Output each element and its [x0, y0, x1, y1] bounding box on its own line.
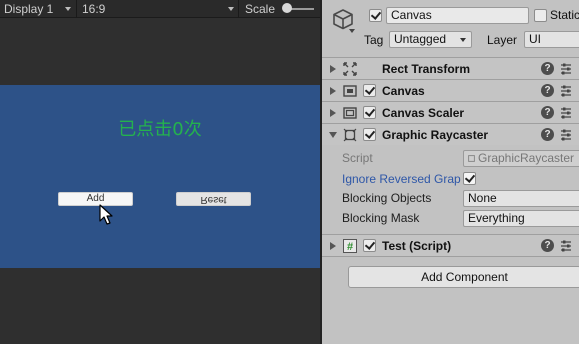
- canvas-scaler-icon: [343, 107, 357, 119]
- sliders-icon[interactable]: [559, 84, 573, 98]
- graphic-raycaster-enabled-checkbox[interactable]: [363, 128, 376, 141]
- inspector-panel: Canvas Static Tag Untagged Layer UI Rect…: [320, 0, 579, 344]
- icon-chevron-down-icon[interactable]: [349, 29, 355, 33]
- fold-arrow-icon[interactable]: [330, 242, 336, 250]
- fold-arrow-icon[interactable]: [330, 109, 336, 117]
- mouse-cursor-icon: [99, 204, 113, 225]
- game-toolbar: Display 1 16:9 Scale: [0, 0, 320, 18]
- scale-slider-handle[interactable]: [282, 3, 292, 13]
- script-field: GraphicRaycaster: [463, 150, 579, 167]
- rect-transform-icon: [343, 62, 357, 76]
- canvas-component-title: Canvas: [382, 84, 425, 98]
- svg-text:#: #: [347, 241, 353, 253]
- sliders-icon[interactable]: [559, 106, 573, 120]
- header-actions: ?: [541, 106, 579, 120]
- sliders-icon[interactable]: [559, 62, 573, 76]
- canvas-scaler-enabled-checkbox[interactable]: [363, 106, 376, 119]
- script-icon: #: [343, 239, 357, 253]
- blocking-mask-label: Blocking Mask: [342, 211, 420, 225]
- ignore-reversed-checkbox[interactable]: [463, 172, 476, 185]
- reset-button[interactable]: Reset: [176, 192, 251, 206]
- rect-transform-title: Rect Transform: [382, 62, 471, 76]
- cube-icon: [333, 9, 353, 30]
- script-value: GraphicRaycaster: [478, 151, 575, 165]
- add-button[interactable]: Add: [58, 192, 133, 206]
- tag-label: Tag: [364, 33, 384, 47]
- script-label: Script: [342, 151, 373, 165]
- help-icon[interactable]: ?: [541, 128, 554, 141]
- canvas-icon: [343, 85, 357, 97]
- test-script-header[interactable]: # Test (Script) ?: [322, 234, 579, 256]
- blocking-mask-value: Everything: [468, 211, 525, 225]
- toolbar-divider: [238, 0, 239, 18]
- tag-dropdown[interactable]: Untagged: [389, 31, 472, 48]
- game-canvas: 已点击0次 Add Reset: [0, 85, 320, 268]
- header-actions: ?: [541, 128, 579, 142]
- blocking-objects-dropdown[interactable]: None: [463, 190, 579, 207]
- display-chevron-down-icon: [65, 7, 71, 11]
- layer-label: Layer: [487, 33, 518, 47]
- blocking-mask-dropdown[interactable]: Everything: [463, 210, 579, 227]
- sliders-icon[interactable]: [559, 239, 573, 253]
- static-checkbox[interactable]: [534, 9, 547, 22]
- blocking-objects-value: None: [468, 191, 497, 205]
- divider: [322, 256, 579, 257]
- header-actions: ?: [541, 239, 579, 253]
- help-icon[interactable]: ?: [541, 239, 554, 252]
- chevron-down-icon: [460, 38, 466, 42]
- canvas-scaler-header[interactable]: Canvas Scaler ?: [322, 101, 579, 123]
- active-checkbox[interactable]: [369, 9, 382, 22]
- canvas-enabled-checkbox[interactable]: [363, 84, 376, 97]
- ignore-reversed-label: Ignore Reversed Grap: [342, 172, 461, 186]
- fold-arrow-icon[interactable]: [330, 65, 336, 73]
- blocking-objects-label: Blocking Objects: [342, 191, 432, 205]
- static-label: Static: [550, 8, 579, 22]
- header-actions: ?: [541, 84, 579, 98]
- object-name-field[interactable]: Canvas: [386, 7, 529, 24]
- fold-arrow-open-icon[interactable]: [329, 132, 337, 138]
- scale-label: Scale: [245, 2, 276, 16]
- add-component-button[interactable]: Add Component: [348, 266, 579, 288]
- help-icon[interactable]: ?: [541, 84, 554, 97]
- script-icon: [468, 155, 475, 162]
- layer-dropdown[interactable]: UI: [524, 31, 579, 48]
- test-script-enabled-checkbox[interactable]: [363, 239, 376, 252]
- aspect-dropdown[interactable]: 16:9: [82, 0, 105, 18]
- click-count-text: 已点击0次: [118, 119, 202, 140]
- layer-value: UI: [529, 32, 541, 46]
- game-view: Display 1 16:9 Scale 已点击0次 Add Reset: [0, 0, 320, 344]
- canvas-component-header[interactable]: Canvas ?: [322, 79, 579, 101]
- help-icon[interactable]: ?: [541, 62, 554, 75]
- rect-transform-header[interactable]: Rect Transform ?: [322, 57, 579, 79]
- sliders-icon[interactable]: [559, 128, 573, 142]
- toolbar-divider: [76, 0, 77, 18]
- fold-arrow-icon[interactable]: [330, 87, 336, 95]
- canvas-scaler-title: Canvas Scaler: [382, 106, 465, 120]
- graphic-raycaster-title: Graphic Raycaster: [382, 128, 489, 142]
- help-icon[interactable]: ?: [541, 106, 554, 119]
- display-dropdown[interactable]: Display 1: [4, 0, 53, 18]
- header-actions: ?: [541, 62, 579, 76]
- graphic-raycaster-header[interactable]: Graphic Raycaster ?: [322, 123, 579, 145]
- tag-value: Untagged: [394, 32, 447, 46]
- reset-button-label: Reset: [200, 194, 227, 205]
- test-script-title: Test (Script): [382, 239, 452, 253]
- raycaster-icon: [343, 128, 357, 142]
- aspect-chevron-down-icon: [228, 7, 234, 11]
